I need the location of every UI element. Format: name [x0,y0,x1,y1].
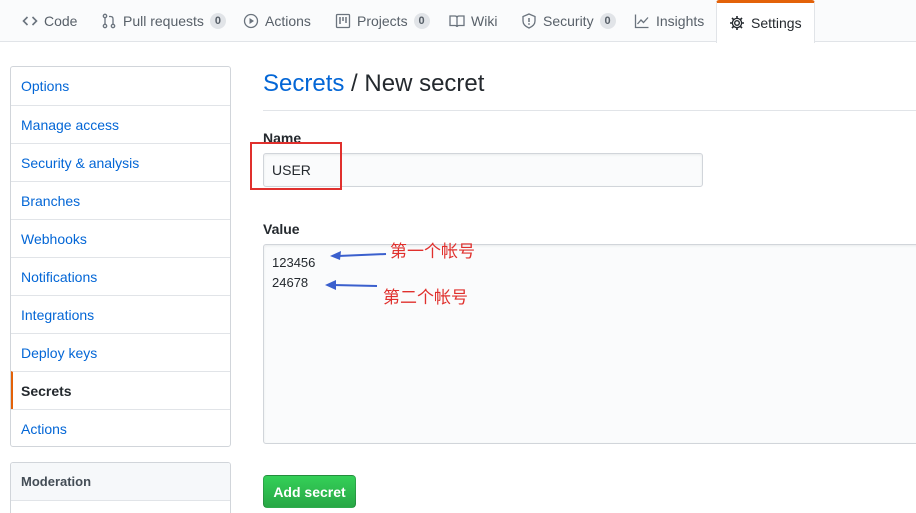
annotation-note-2: 第二个帐号 [383,288,468,308]
highlight-box [250,142,342,190]
tab-label: Code [44,13,78,29]
tab-code[interactable]: Code [22,0,77,42]
graph-icon [634,13,650,29]
annotation-arrow-2 [325,280,378,290]
code-icon [22,13,38,29]
tab-label: Settings [751,15,802,31]
project-icon [335,13,351,29]
sidebar-item-notifications[interactable]: Notifications [11,257,230,295]
page-title: Secrets / New secret [263,70,916,111]
book-icon [449,13,465,29]
page: Code Pull requests 0 Actions Projects 0 [0,0,916,513]
sidebar-item-manage-access[interactable]: Manage access [11,105,230,143]
pull-requests-counter: 0 [209,13,226,29]
moderation-sidebar: Moderation [10,462,231,513]
tab-projects[interactable]: Projects 0 [335,0,430,42]
sidebar-item-deploy-keys[interactable]: Deploy keys [11,333,230,371]
tab-wiki[interactable]: Wiki [449,0,497,42]
sidebar-item-integrations[interactable]: Integrations [11,295,230,333]
pull-request-icon [101,13,117,29]
tab-pull-requests[interactable]: Pull requests 0 [101,0,226,42]
sidebar-item-options[interactable]: Options [11,67,230,105]
tab-security[interactable]: Security 0 [521,0,616,42]
tab-label: Insights [656,13,705,29]
settings-sidebar: Options Manage access Security & analysi… [10,66,231,447]
tab-insights[interactable]: Insights [634,0,704,42]
tab-label: Actions [265,13,311,29]
play-icon [243,13,259,29]
sidebar-item-secrets[interactable]: Secrets [11,371,230,409]
breadcrumb-secrets-link[interactable]: Secrets [263,70,344,97]
tab-label: Projects [357,13,408,29]
moderation-heading: Moderation [11,463,230,501]
annotation-note-1: 第一个帐号 [390,242,475,262]
tab-label: Pull requests [123,13,204,29]
tab-settings[interactable]: Settings [716,0,815,43]
annotation-arrow-1 [330,251,387,260]
value-label: Value [263,221,300,237]
repo-nav: Code Pull requests 0 Actions Projects 0 [0,0,916,43]
sidebar-item-branches[interactable]: Branches [11,181,230,219]
secret-value-textarea[interactable]: 123456 24678 [263,244,916,444]
tab-label: Security [543,13,594,29]
page-title-text: New secret [364,70,485,97]
breadcrumb-separator: / [344,70,365,97]
tab-actions[interactable]: Actions [243,0,311,42]
shield-icon [521,13,537,29]
tab-label: Wiki [471,13,498,29]
sidebar-item-actions[interactable]: Actions [11,409,230,447]
add-secret-button[interactable]: Add secret [263,475,356,508]
sidebar-item-webhooks[interactable]: Webhooks [11,219,230,257]
sidebar-item-security-analysis[interactable]: Security & analysis [11,143,230,181]
security-counter: 0 [599,13,616,29]
projects-counter: 0 [413,13,430,29]
gear-icon [729,15,745,31]
